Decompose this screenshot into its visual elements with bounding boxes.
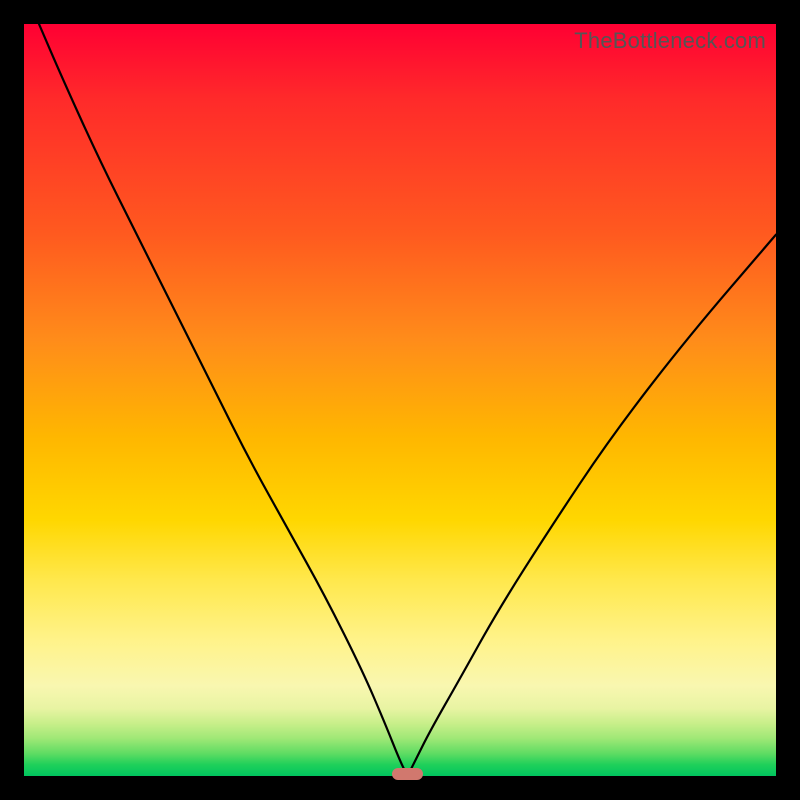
bottleneck-curve bbox=[24, 24, 776, 776]
optimal-marker-pill bbox=[392, 768, 424, 779]
chart-plot-area: TheBottleneck.com bbox=[24, 24, 776, 776]
curve-path bbox=[39, 24, 776, 772]
chart-frame: TheBottleneck.com bbox=[0, 0, 800, 800]
